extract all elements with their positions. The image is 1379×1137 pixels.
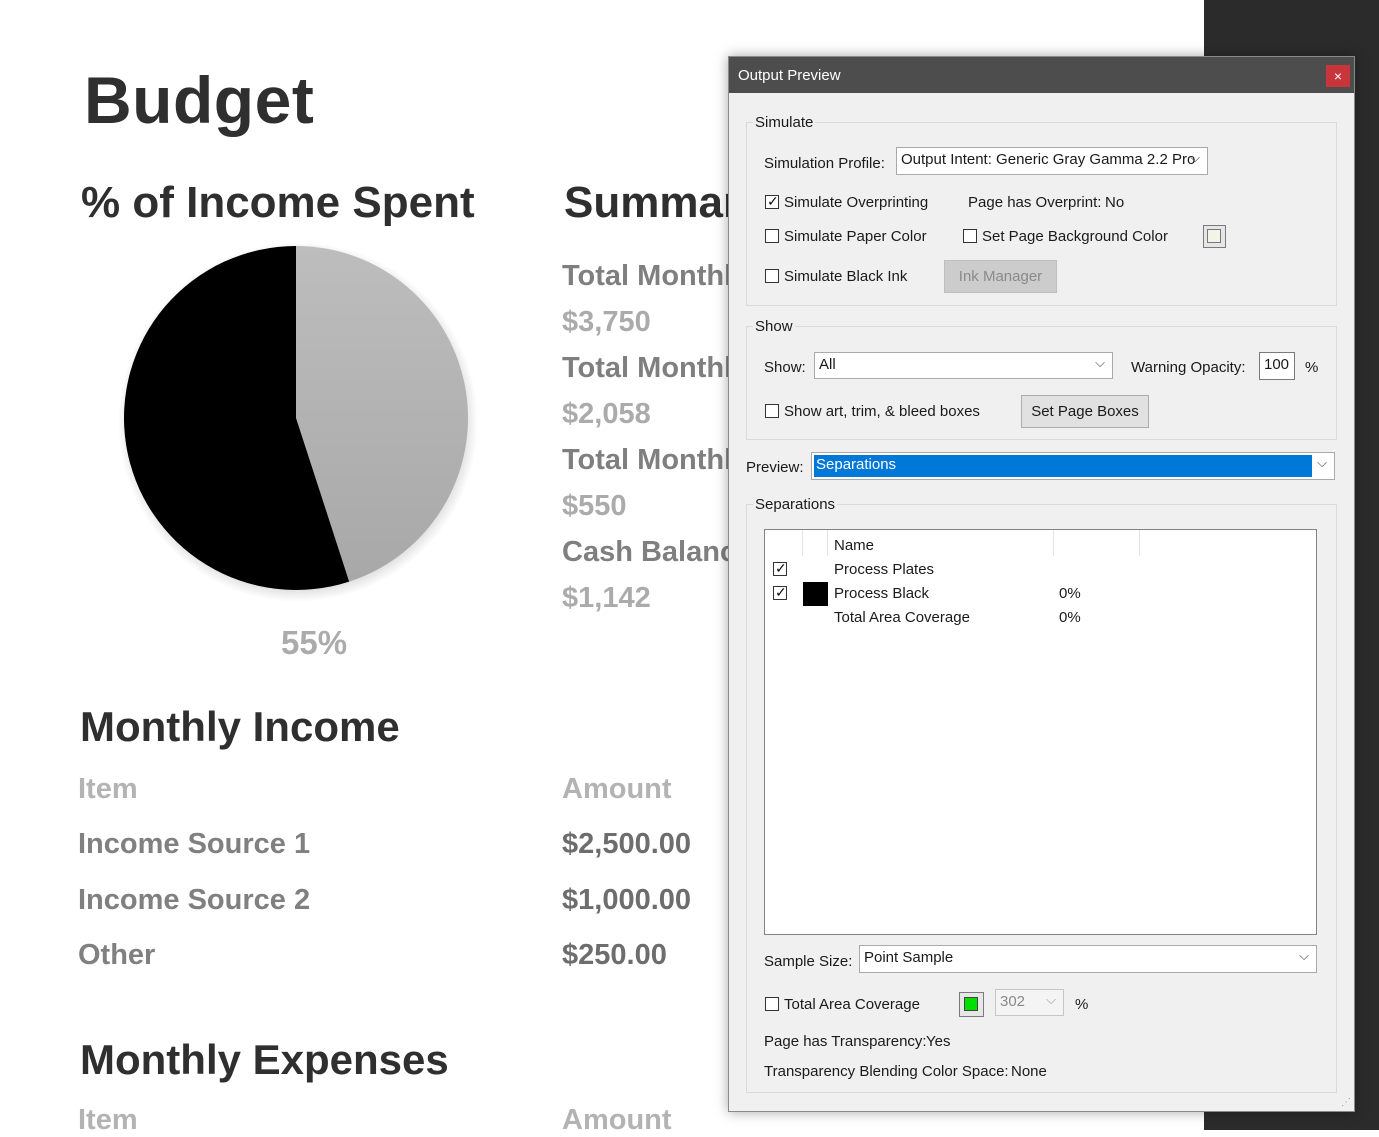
- process-black-checkbox[interactable]: [773, 584, 787, 601]
- summary-value: $1,142: [562, 582, 651, 614]
- warning-opacity-input[interactable]: 100: [1259, 352, 1295, 380]
- resize-grip-icon[interactable]: ⋰: [1341, 1097, 1351, 1108]
- coverage-unit: %: [1075, 996, 1089, 1013]
- income-row-amount: $1,000.00: [562, 884, 692, 916]
- coverage-threshold-value: 302: [1000, 993, 1026, 1010]
- show-select-value: All: [819, 356, 836, 373]
- chevron-down-icon: [1090, 353, 1110, 378]
- show-label: Show:: [764, 359, 806, 376]
- income-heading: Monthly Income: [80, 703, 400, 750]
- sample-size-value: Point Sample: [864, 949, 954, 966]
- list-item[interactable]: Process Black: [834, 585, 929, 602]
- income-col-item: Item: [78, 773, 138, 805]
- simulate-black-ink-checkbox[interactable]: [765, 269, 779, 283]
- income-row-item: Income Source 2: [78, 884, 311, 916]
- set-page-background-checkbox[interactable]: [963, 229, 977, 243]
- show-boxes-checkbox[interactable]: [765, 404, 779, 418]
- set-page-background-label: Set Page Background Color: [982, 228, 1168, 245]
- blending-space-label: Transparency Blending Color Space:: [764, 1063, 1009, 1080]
- page-overprint-label: Page has Overprint:: [968, 194, 1102, 211]
- pie-chart: [118, 242, 478, 602]
- process-black-swatch: [803, 582, 828, 606]
- chevron-down-icon: [1185, 148, 1205, 174]
- coverage-color-swatch[interactable]: [959, 992, 984, 1017]
- preview-label: Preview:: [746, 459, 804, 476]
- simulation-profile-select[interactable]: Output Intent: Generic Gray Gamma 2.2 Pr…: [896, 147, 1208, 175]
- page-transparency-value: Yes: [926, 1033, 951, 1050]
- chevron-down-icon: [1041, 990, 1061, 1015]
- income-row-amount: $250.00: [562, 939, 667, 971]
- summary-value: $3,750: [562, 306, 651, 338]
- income-row-amount: $2,500.00: [562, 828, 692, 860]
- col-header-name: Name: [834, 537, 875, 554]
- process-plates-checkbox[interactable]: [773, 560, 787, 577]
- total-area-coverage-label: Total Area Coverage: [784, 996, 920, 1013]
- summary-label: Total Monthl: [562, 352, 733, 384]
- expenses-col-item: Item: [78, 1104, 138, 1136]
- simulation-profile-label: Simulation Profile:: [764, 155, 885, 172]
- dialog-title: Output Preview: [738, 67, 841, 84]
- total-area-coverage-checkbox[interactable]: [765, 997, 779, 1011]
- coverage-threshold-select[interactable]: 302: [995, 989, 1064, 1016]
- income-col-amount: Amount: [562, 773, 672, 805]
- list-item[interactable]: Total Area Coverage: [834, 609, 970, 626]
- simulate-group-label: Simulate: [753, 114, 816, 131]
- income-row-item: Income Source 1: [78, 828, 311, 860]
- preview-select-value: Separations: [816, 456, 897, 473]
- simulate-overprinting-checkbox[interactable]: [765, 193, 779, 210]
- output-preview-dialog: Output Preview × Simulate Simulation Pro…: [728, 56, 1355, 1112]
- chevron-down-icon: [1312, 453, 1332, 479]
- dialog-titlebar[interactable]: Output Preview ×: [729, 57, 1354, 93]
- simulate-paper-color-label: Simulate Paper Color: [784, 228, 927, 245]
- blending-space-value: None: [1011, 1063, 1047, 1080]
- separations-group-label: Separations: [753, 496, 838, 513]
- simulate-overprinting-label: Simulate Overprinting: [784, 194, 929, 211]
- chevron-down-icon: [1294, 946, 1314, 972]
- close-button[interactable]: ×: [1326, 65, 1350, 87]
- expenses-col-amount: Amount: [562, 1104, 672, 1136]
- background-color-swatch[interactable]: [1203, 225, 1226, 248]
- list-item[interactable]: Process Plates: [834, 561, 934, 578]
- summary-value: $550: [562, 490, 627, 522]
- page-title: Budget: [84, 63, 315, 137]
- simulation-profile-value: Output Intent: Generic Gray Gamma 2.2 Pr…: [901, 151, 1196, 168]
- simulate-black-ink-label: Simulate Black Ink: [784, 268, 908, 285]
- page-overprint-value: No: [1105, 194, 1125, 211]
- page-transparency-label: Page has Transparency:: [764, 1033, 927, 1050]
- pie-heading: % of Income Spent: [81, 178, 475, 227]
- list-item-value: 0%: [1059, 585, 1081, 602]
- list-item-value: 0%: [1059, 609, 1081, 626]
- show-boxes-label: Show art, trim, & bleed boxes: [784, 403, 980, 420]
- warning-opacity-value: 100: [1264, 356, 1290, 373]
- summary-label: Total Monthl: [562, 444, 733, 476]
- summary-label: Cash Balanc: [562, 536, 737, 568]
- set-page-boxes-button[interactable]: Set Page Boxes: [1021, 395, 1149, 428]
- preview-select[interactable]: Separations: [811, 452, 1335, 480]
- simulate-paper-color-checkbox[interactable]: [765, 229, 779, 243]
- show-group-label: Show: [753, 318, 795, 335]
- summary-heading: Summar: [564, 178, 741, 227]
- income-row-item: Other: [78, 939, 156, 971]
- pie-percent-label: 55%: [281, 624, 348, 661]
- ink-manager-button[interactable]: Ink Manager: [944, 260, 1057, 293]
- warning-opacity-unit: %: [1305, 359, 1319, 376]
- summary-label: Total Monthl: [562, 260, 733, 292]
- separations-list: Name Process Plates Process Black 0% Tot…: [764, 529, 1317, 935]
- sample-size-select[interactable]: Point Sample: [859, 945, 1317, 973]
- warning-opacity-label: Warning Opacity:: [1131, 359, 1246, 376]
- sample-size-label: Sample Size:: [764, 953, 853, 970]
- show-select[interactable]: All: [814, 352, 1113, 379]
- expenses-heading: Monthly Expenses: [80, 1036, 449, 1083]
- summary-value: $2,058: [562, 398, 651, 430]
